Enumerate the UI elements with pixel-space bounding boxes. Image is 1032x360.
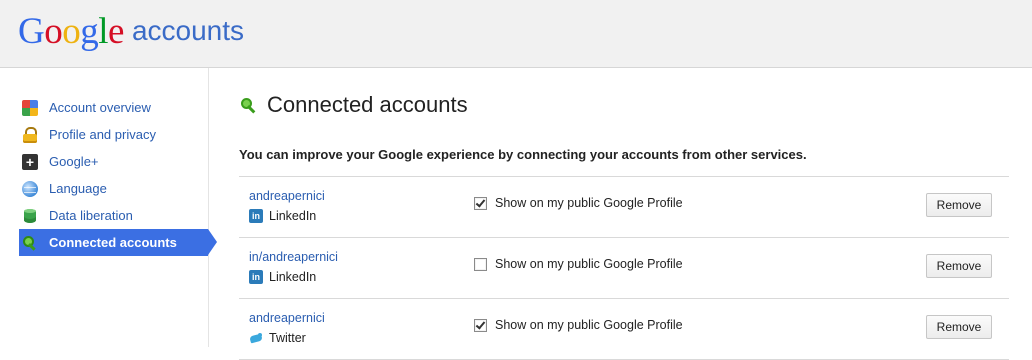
logo-suffix: accounts — [131, 15, 245, 46]
sidebar-item-label: Account overview — [49, 100, 151, 115]
sidebar-item-language[interactable]: Language — [19, 175, 208, 202]
service-name: LinkedIn — [269, 209, 317, 223]
remove-button[interactable]: Remove — [926, 193, 992, 217]
show-on-profile-label: Show on my public Google Profile — [495, 257, 683, 271]
intro-text: You can improve your Google experience b… — [239, 147, 807, 162]
account-row: in/andreapernici in LinkedIn Show on my … — [239, 238, 1009, 299]
twitter-icon — [249, 331, 263, 345]
sidebar-item-account-overview[interactable]: Account overview — [19, 94, 208, 121]
service-name: LinkedIn — [269, 270, 317, 284]
logo-letter: g — [80, 11, 99, 52]
account-name-link[interactable]: andreapernici — [249, 189, 325, 203]
show-on-profile-checkbox[interactable] — [474, 257, 487, 271]
show-on-profile-checkbox[interactable] — [474, 318, 487, 332]
connected-accounts-list: andreapernici in LinkedIn Show on my pub… — [239, 176, 1009, 360]
show-on-profile-label: Show on my public Google Profile — [495, 196, 683, 210]
service-name: Twitter — [269, 331, 306, 345]
linkedin-icon: in — [249, 209, 263, 223]
page-title: Connected accounts — [267, 92, 468, 117]
account-row: andreapernici Twitter Show on my public … — [239, 299, 1009, 360]
show-on-profile-option[interactable]: Show on my public Google Profile — [474, 318, 683, 332]
service-label: in LinkedIn — [249, 270, 316, 284]
account-overview-icon — [22, 99, 38, 116]
logo-letter: G — [18, 11, 45, 52]
sidebar-nav: Account overview Profile and privacy + G… — [19, 94, 217, 256]
google-plus-icon: + — [22, 153, 38, 170]
sidebar-item-label: Google+ — [49, 154, 99, 169]
sidebar-item-label: Profile and privacy — [49, 127, 156, 142]
sidebar-item-connected-accounts[interactable]: Connected accounts — [19, 229, 217, 256]
remove-button[interactable]: Remove — [926, 254, 992, 278]
page-header: Google accounts — [0, 0, 1032, 68]
sidebar-item-label: Language — [49, 181, 107, 196]
service-label: in LinkedIn — [249, 209, 316, 223]
google-accounts-logo[interactable]: Google accounts — [18, 10, 245, 53]
account-row: andreapernici in LinkedIn Show on my pub… — [239, 177, 1009, 238]
logo-letter: o — [44, 11, 63, 52]
show-on-profile-label: Show on my public Google Profile — [495, 318, 683, 332]
sidebar: Account overview Profile and privacy + G… — [0, 68, 217, 347]
logo-letter: o — [62, 11, 81, 52]
google-wordmark: Google — [18, 10, 124, 53]
page-title-row: Connected accounts — [239, 92, 468, 118]
lock-icon — [22, 126, 38, 143]
account-name-link[interactable]: in/andreapernici — [249, 250, 338, 264]
show-on-profile-option[interactable]: Show on my public Google Profile — [474, 257, 683, 271]
sidebar-item-label: Data liberation — [49, 208, 133, 223]
show-on-profile-checkbox[interactable] — [474, 196, 487, 210]
service-label: Twitter — [249, 331, 306, 345]
globe-icon — [22, 180, 38, 197]
key-icon — [22, 235, 38, 251]
show-on-profile-option[interactable]: Show on my public Google Profile — [474, 196, 683, 210]
sidebar-item-google-plus[interactable]: + Google+ — [19, 148, 208, 175]
account-name-link[interactable]: andreapernici — [249, 311, 325, 325]
linkedin-icon: in — [249, 270, 263, 284]
logo-letter: e — [108, 11, 124, 52]
logo-letter: l — [98, 11, 109, 52]
sidebar-item-data-liberation[interactable]: Data liberation — [19, 202, 208, 229]
sidebar-item-label: Connected accounts — [49, 235, 177, 250]
key-icon — [239, 95, 259, 115]
remove-button[interactable]: Remove — [926, 315, 992, 339]
database-icon — [22, 208, 38, 224]
sidebar-item-profile-and-privacy[interactable]: Profile and privacy — [19, 121, 208, 148]
